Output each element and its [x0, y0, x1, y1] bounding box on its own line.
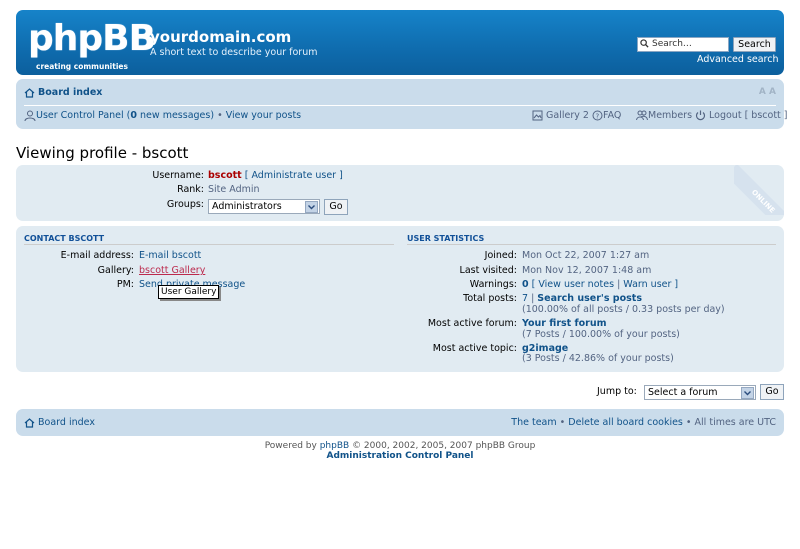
groups-select[interactable]: Administrators: [208, 199, 320, 214]
board-index-link[interactable]: Board index: [38, 87, 102, 98]
admin-control-panel-link[interactable]: Administration Control Panel: [326, 451, 473, 461]
last-visited-label: Last visited:: [459, 265, 517, 276]
email-link[interactable]: E-mail bscott: [139, 250, 201, 261]
ucp-link[interactable]: User Control Panel (0 new messages): [36, 110, 214, 121]
warnings-count[interactable]: 0: [522, 279, 529, 290]
delete-cookies-link[interactable]: Delete all board cookies: [568, 417, 683, 428]
warnings-label: Warnings:: [469, 279, 517, 290]
header-bar: phpBB creating communities yourdomain.co…: [16, 10, 784, 75]
search-placeholder: Search…: [652, 39, 692, 49]
username-row: bscott [ Administrate user ]: [208, 170, 343, 181]
logo-text: phpBB: [28, 18, 156, 59]
details-panel: [16, 226, 784, 372]
footer-board-index-link[interactable]: Board index: [38, 417, 95, 428]
powered-by: Powered by phpBB © 2000, 2002, 2005, 200…: [264, 441, 536, 451]
jump-go-button[interactable]: Go: [760, 384, 784, 400]
acp-row: Administration Control Panel: [0, 451, 800, 461]
navbar-divider: [24, 105, 776, 106]
members-icon: [636, 110, 648, 121]
search-user-posts-link[interactable]: Search user's posts: [537, 293, 642, 304]
footer-navbar: Board index The team • Delete all board …: [16, 409, 784, 436]
home-icon: [24, 87, 35, 98]
last-visited-value: Mon Nov 12, 2007 1:48 am: [522, 265, 652, 276]
pm-label: PM:: [116, 279, 134, 290]
username-value[interactable]: bscott: [208, 170, 242, 181]
footer-links: The team • Delete all board cookies • Al…: [511, 417, 776, 428]
phpbb-link[interactable]: phpBB: [320, 441, 349, 451]
warnings-row: 0 [ View user notes | Warn user ]: [522, 279, 679, 290]
gallery-icon: [532, 110, 543, 121]
user-control-panel-icon: [24, 110, 36, 121]
groups-label: Groups:: [166, 199, 204, 210]
username-label: Username:: [152, 170, 204, 181]
svg-text:?: ?: [596, 113, 600, 121]
font-size-change-icon[interactable]: A A: [759, 87, 776, 97]
logo-subtext: creating communities: [36, 62, 128, 71]
logout-icon: [695, 110, 706, 121]
page-title: Viewing profile - bscott: [16, 144, 189, 162]
active-topic-label: Most active topic:: [432, 343, 517, 354]
chevron-down-icon: [305, 201, 318, 213]
members-nav[interactable]: Members: [636, 110, 692, 121]
total-posts-count[interactable]: 7: [522, 293, 528, 304]
footer-breadcrumb: Board index: [24, 417, 95, 428]
gallery-nav[interactable]: Gallery 2: [532, 110, 589, 121]
joined-label: Joined:: [484, 250, 517, 261]
active-forum-label: Most active forum:: [427, 318, 517, 329]
logout-link[interactable]: Logout [ bscott ]: [709, 110, 787, 121]
joined-value: Mon Oct 22, 2007 1:27 am: [522, 250, 650, 261]
home-icon: [24, 417, 35, 428]
total-posts-row: 7 | Search user's posts: [522, 293, 642, 304]
gallery-link[interactable]: Gallery 2: [546, 110, 589, 121]
administrate-user-link[interactable]: [ Administrate user ]: [245, 170, 343, 181]
active-forum-link[interactable]: Your first forum: [522, 318, 607, 329]
phpbb-logo[interactable]: phpBB creating communities: [28, 18, 156, 72]
chevron-down-icon: [741, 387, 754, 399]
site-name: yourdomain.com: [150, 28, 292, 46]
site-description: A short text to describe your forum: [150, 47, 318, 58]
bullet-separator: •: [214, 110, 226, 121]
breadcrumb: Board index: [24, 87, 102, 98]
view-your-posts-link[interactable]: View your posts: [226, 110, 301, 121]
active-topic-detail: (3 Posts / 42.86% of your posts): [522, 353, 674, 364]
rank-value: Site Admin: [208, 184, 260, 195]
jump-to-selected: Select a forum: [648, 387, 718, 398]
jump-to-select[interactable]: Select a forum: [644, 385, 756, 400]
user-links: User Control Panel (0 new messages) • Vi…: [24, 110, 301, 121]
faq-icon: ?: [592, 110, 603, 121]
search-icon: [640, 39, 649, 48]
email-label: E-mail address:: [60, 250, 134, 261]
search-button[interactable]: Search: [733, 37, 776, 52]
faq-link[interactable]: FAQ: [603, 110, 621, 121]
user-gallery-link[interactable]: bscott Gallery: [139, 265, 205, 276]
total-posts-label: Total posts:: [463, 293, 517, 304]
gallery-label: Gallery:: [97, 265, 134, 276]
total-posts-detail: (100.00% of all posts / 0.33 posts per d…: [522, 304, 725, 315]
groups-selected: Administrators: [212, 201, 282, 212]
active-forum-detail: (7 Posts / 100.00% of your posts): [522, 329, 680, 340]
navbar: Board index A A User Control Panel (0 ne…: [16, 79, 788, 129]
stats-heading: USER STATISTICS: [407, 234, 485, 243]
contact-divider: [24, 244, 394, 245]
advanced-search-link[interactable]: Advanced search: [697, 54, 779, 65]
contact-heading: CONTACT BSCOTT: [24, 234, 105, 243]
warn-user-link[interactable]: Warn user ]: [623, 279, 678, 290]
rank-label: Rank:: [177, 184, 204, 195]
faq-nav[interactable]: ? FAQ: [592, 110, 621, 121]
search-input[interactable]: Search…: [637, 37, 729, 52]
online-badge: ONLINE: [734, 165, 784, 215]
the-team-link[interactable]: The team: [511, 417, 556, 428]
logout-nav[interactable]: Logout [ bscott ]: [695, 110, 788, 121]
members-link[interactable]: Members: [648, 110, 692, 121]
jump-to-label: Jump to:: [597, 386, 637, 397]
stats-divider: [407, 244, 776, 245]
view-user-notes-link[interactable]: [ View user notes: [532, 279, 614, 290]
timezone-text: All times are UTC: [694, 417, 776, 428]
gallery-tooltip: User Gallery: [158, 285, 220, 299]
groups-go-button[interactable]: Go: [324, 199, 348, 215]
